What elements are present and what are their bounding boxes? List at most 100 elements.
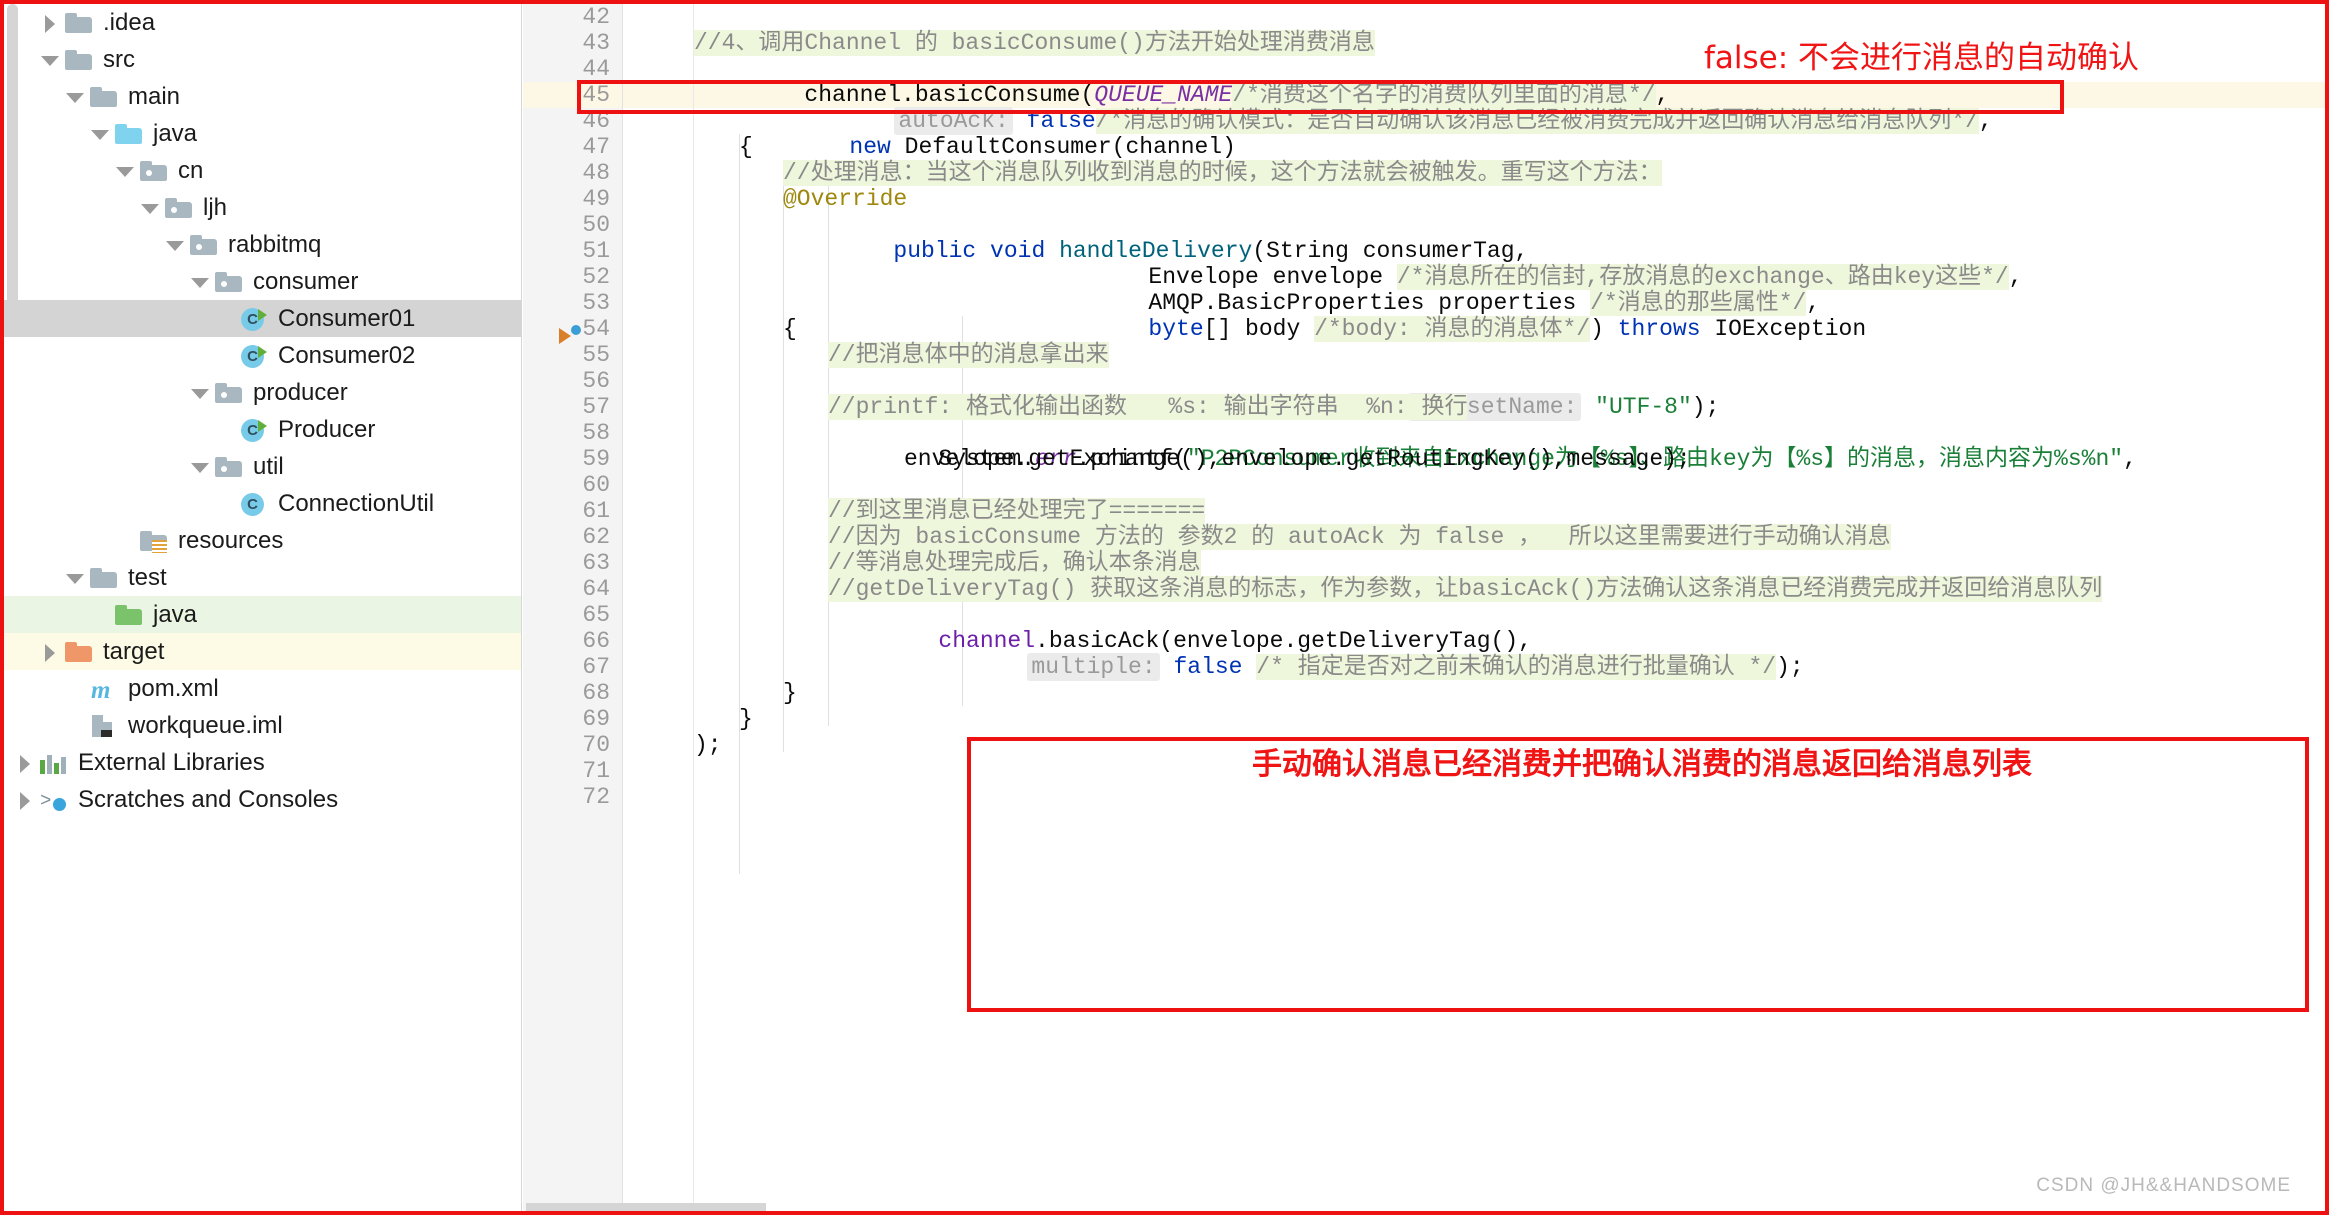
code-line-l69: } bbox=[739, 706, 753, 732]
tree-item-workqueue-iml[interactable]: workqueue.iml bbox=[4, 707, 521, 744]
line-number-63: 63 bbox=[582, 550, 610, 576]
code-comment-l64: //getDeliveryTag() 获取这条消息的标志，作为参数，让basic… bbox=[828, 576, 2102, 602]
chevron-down-icon[interactable] bbox=[37, 47, 63, 73]
code-line-l56: String message = new String(body, charse… bbox=[828, 368, 1719, 394]
folder-orange-icon bbox=[63, 639, 95, 665]
token-ioexception: IOException bbox=[1701, 316, 1867, 342]
chevron-right-icon[interactable] bbox=[12, 750, 38, 776]
param-hint-multiple: multiple: bbox=[1027, 653, 1159, 681]
tree-item-java[interactable]: java bbox=[4, 596, 521, 633]
tree-item-consumer[interactable]: consumer bbox=[4, 263, 521, 300]
line-number-62: 62 bbox=[582, 524, 610, 550]
java-class-run-icon: C bbox=[238, 417, 270, 443]
chevron-down-icon[interactable] bbox=[62, 84, 88, 110]
tree-item-external-libraries[interactable]: External Libraries bbox=[4, 744, 521, 781]
chevron-down-icon[interactable] bbox=[62, 565, 88, 591]
code-comment-l61: //到这里消息已经处理完了======= bbox=[828, 498, 1205, 524]
tree-item-pom-xml[interactable]: mpom.xml bbox=[4, 670, 521, 707]
chevron-right-icon[interactable] bbox=[12, 787, 38, 813]
line-number-57: 57 bbox=[582, 394, 610, 420]
line-number-51: 51 bbox=[582, 238, 610, 264]
tree-item-producer[interactable]: C Producer bbox=[4, 411, 521, 448]
run-gutter-icon[interactable] bbox=[559, 324, 583, 348]
line-number-70: 70 bbox=[582, 732, 610, 758]
code-content[interactable]: //4、调用Channel 的 basicConsume()方法开始处理消费消息… bbox=[694, 4, 2325, 1211]
chevron-down-icon[interactable] bbox=[112, 158, 138, 184]
iml-file-icon bbox=[88, 713, 120, 739]
chevron-down-icon[interactable] bbox=[187, 380, 213, 406]
tree-item--idea[interactable]: .idea bbox=[4, 4, 521, 41]
line-number-42: 42 bbox=[582, 4, 610, 30]
token-throws: throws bbox=[1618, 316, 1701, 342]
code-comment-l63: //等消息处理完成后，确认本条消息 bbox=[828, 550, 1201, 576]
tree-item-java[interactable]: java bbox=[4, 115, 521, 152]
line-number-61: 61 bbox=[582, 498, 610, 524]
chevron-down-icon[interactable] bbox=[137, 195, 163, 221]
line-number-59: 59 bbox=[582, 446, 610, 472]
chevron-down-icon[interactable] bbox=[187, 454, 213, 480]
line-number-67: 67 bbox=[582, 654, 610, 680]
code-line-l52: AMQP.BasicProperties properties /*消息的那些属… bbox=[1038, 264, 1820, 290]
code-line-l68: } bbox=[783, 680, 797, 706]
tree-item-label: Producer bbox=[278, 418, 375, 442]
token-l58-comma: , bbox=[2123, 446, 2137, 472]
java-class-run-icon: C bbox=[238, 306, 270, 332]
tree-item-cn[interactable]: cn bbox=[4, 152, 521, 189]
code-line-l70: ); bbox=[694, 732, 722, 758]
tree-item-ljh[interactable]: ljh bbox=[4, 189, 521, 226]
token-l53-comment: /*body: 消息的消息体*/ bbox=[1314, 316, 1590, 342]
code-comment-l62: //因为 basicConsume 方法的 参数2 的 autoAck 为 fa… bbox=[828, 524, 1891, 550]
chevron-right-icon[interactable] bbox=[37, 10, 63, 36]
folder-gray-icon bbox=[88, 84, 120, 110]
code-line-l46: new DefaultConsumer(channel) bbox=[739, 108, 1236, 134]
code-line-l47: { bbox=[739, 134, 753, 160]
project-tree-panel[interactable]: .ideasrcmainjavacnljhrabbitmqconsumerCCo… bbox=[4, 4, 522, 1211]
token-utf8-string: "UTF-8" bbox=[1595, 394, 1692, 420]
tree-item-label: java bbox=[153, 603, 197, 627]
tree-item-label: Scratches and Consoles bbox=[78, 788, 338, 812]
tree-item-connectionutil[interactable]: CConnectionUtil bbox=[4, 485, 521, 522]
line-number-48: 48 bbox=[582, 160, 610, 186]
line-number-56: 56 bbox=[582, 368, 610, 394]
tree-spacer bbox=[112, 528, 138, 554]
tree-item-producer[interactable]: producer bbox=[4, 374, 521, 411]
tree-item-label: resources bbox=[178, 529, 283, 553]
tree-spacer bbox=[62, 713, 88, 739]
chevron-down-icon[interactable] bbox=[87, 121, 113, 147]
tree-item-util[interactable]: util bbox=[4, 448, 521, 485]
chevron-down-icon[interactable] bbox=[162, 232, 188, 258]
tree-item-consumer01[interactable]: CConsumer01 bbox=[4, 300, 521, 337]
tree-item-main[interactable]: main bbox=[4, 78, 521, 115]
folder-green-icon bbox=[113, 602, 145, 628]
line-number-47: 47 bbox=[582, 134, 610, 160]
annotation-text-manual-ack: 手动确认消息已经消费并把确认消费的消息返回给消息列表 bbox=[1252, 739, 2032, 783]
line-number-65: 65 bbox=[582, 602, 610, 628]
current-line-fold-highlight bbox=[623, 82, 693, 108]
horizontal-scrollbar[interactable] bbox=[526, 1203, 766, 1211]
code-editor[interactable]: 4243444546474849505152535455565758596061… bbox=[523, 4, 2325, 1211]
tree-item-resources[interactable]: resources bbox=[4, 522, 521, 559]
code-comment-l55: //把消息体中的消息拿出来 bbox=[828, 342, 1109, 368]
indent-guide bbox=[739, 134, 740, 874]
tree-item-scratches-and-consoles[interactable]: >Scratches and Consoles bbox=[4, 781, 521, 818]
annotation-text-autoack: false: 不会进行消息的自动确认 bbox=[1704, 32, 2139, 77]
tree-spacer bbox=[212, 306, 238, 332]
token-body-param: [] body bbox=[1204, 316, 1314, 342]
token-l51-comma: , bbox=[2009, 264, 2023, 290]
tree-item-src[interactable]: src bbox=[4, 41, 521, 78]
line-number-60: 60 bbox=[582, 472, 610, 498]
java-class-icon: C bbox=[238, 491, 270, 517]
tree-item-test[interactable]: test bbox=[4, 559, 521, 596]
tree-item-rabbitmq[interactable]: rabbitmq bbox=[4, 226, 521, 263]
project-tree-list[interactable]: .ideasrcmainjavacnljhrabbitmqconsumerCCo… bbox=[4, 4, 521, 818]
fold-column[interactable] bbox=[623, 4, 693, 1211]
line-number-44: 44 bbox=[582, 56, 610, 82]
line-number-53: 53 bbox=[582, 290, 610, 316]
chevron-down-icon[interactable] bbox=[187, 269, 213, 295]
chevron-right-icon[interactable] bbox=[37, 639, 63, 665]
folder-resources-icon bbox=[138, 528, 170, 554]
line-number-69: 69 bbox=[582, 706, 610, 732]
tree-item-target[interactable]: target bbox=[4, 633, 521, 670]
tree-item-consumer02[interactable]: CConsumer02 bbox=[4, 337, 521, 374]
code-line-l58: System.err.printf("P2PConsumer收到来自Exchan… bbox=[828, 420, 2137, 446]
